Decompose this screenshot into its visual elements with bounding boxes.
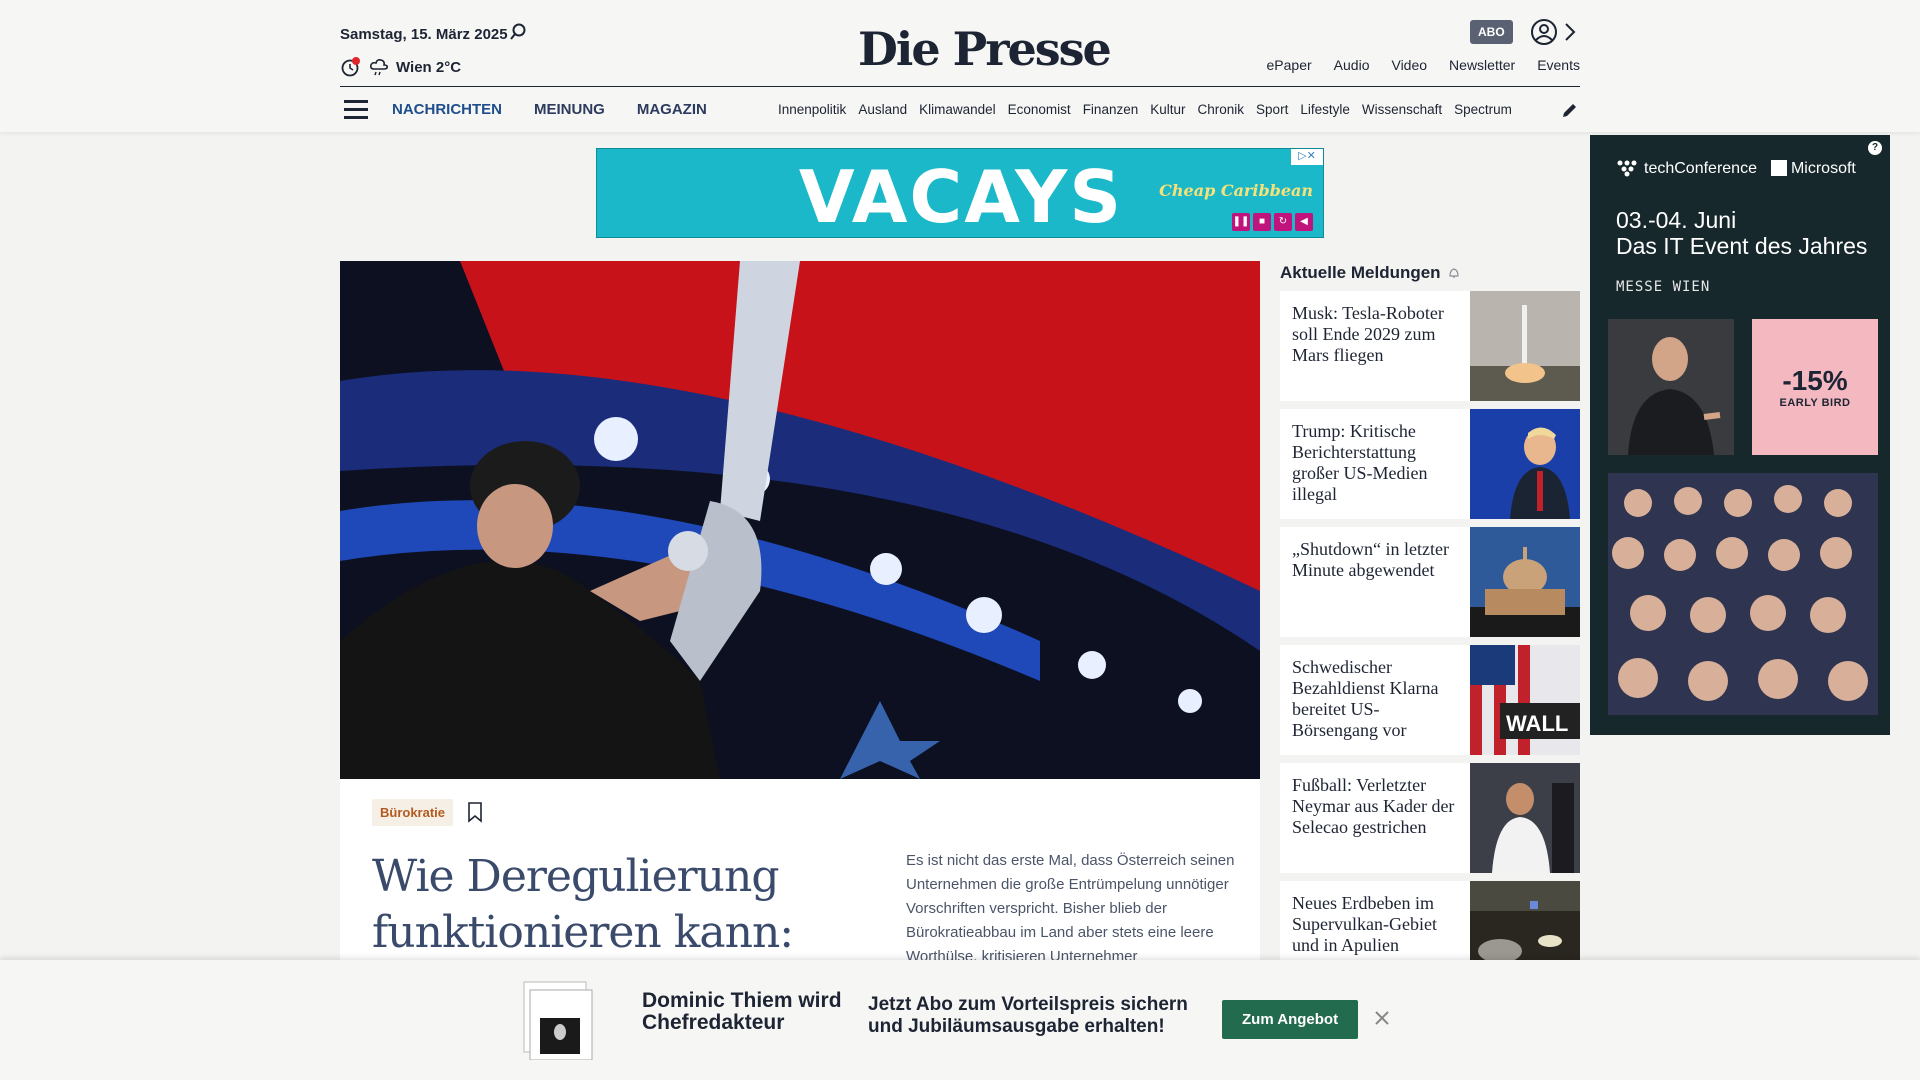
link-video[interactable]: Video — [1391, 57, 1427, 73]
link-events[interactable]: Events — [1537, 57, 1580, 73]
news-item[interactable]: Trump: Kritische Berichterstattung große… — [1280, 409, 1580, 519]
article-headline[interactable]: Wie Deregulierung funktionieren kann: — [372, 849, 842, 961]
ad-info-icon[interactable]: ? — [1868, 141, 1882, 155]
news-thumb-wallstreet: WALL — [1470, 645, 1580, 755]
user-account-icon[interactable] — [1530, 18, 1558, 46]
chevron-right-icon[interactable] — [1562, 20, 1578, 44]
article-tag[interactable]: Bürokratie — [372, 799, 454, 826]
news-item[interactable]: Musk: Tesla-Roboter soll Ende 2029 zum M… — [1280, 291, 1580, 401]
news-title: Trump: Kritische Berichterstattung große… — [1292, 421, 1428, 504]
ad-choices-icon[interactable]: ▷✕ — [1291, 149, 1323, 165]
pause-icon[interactable]: ❚❚ — [1232, 213, 1250, 231]
subnav-lifestyle[interactable]: Lifestyle — [1300, 102, 1350, 117]
news-item[interactable]: Fußball: Verletzter Neymar aus Kader der… — [1280, 763, 1580, 873]
audience-photo — [1608, 473, 1878, 715]
mute-icon[interactable]: ◀ — [1295, 213, 1313, 231]
techconference-icon — [1617, 160, 1637, 177]
early-bird-badge: -15% EARLY BIRD — [1752, 319, 1878, 455]
brand2-label: Microsoft — [1790, 159, 1856, 177]
subnav-kultur[interactable]: Kultur — [1150, 102, 1185, 117]
subnav-sport[interactable]: Sport — [1256, 102, 1288, 117]
subnav-wissenschaft[interactable]: Wissenschaft — [1362, 102, 1442, 117]
banner-text: Jetzt Abo zum Vorteilspreis sichern und … — [868, 994, 1188, 1037]
ad-logos: techConference Microsoft — [1616, 159, 1856, 178]
techconference-logo: techConference — [1616, 159, 1757, 178]
banner-title: Dominic Thiem wird Chefredakteur — [642, 989, 842, 1034]
subnav-ausland[interactable]: Ausland — [858, 102, 907, 117]
subnav-klimawandel[interactable]: Klimawandel — [919, 102, 996, 117]
news-thumb-trump — [1470, 409, 1580, 519]
abo-button[interactable]: ABO — [1470, 20, 1513, 44]
news-title: „Shutdown“ in letzter Minute abgewendet — [1292, 539, 1449, 580]
link-newsletter[interactable]: Newsletter — [1449, 57, 1515, 73]
subnav-innenpolitik[interactable]: Innenpolitik — [778, 102, 846, 117]
header-divider — [340, 86, 1580, 87]
news-item[interactable]: „Shutdown“ in letzter Minute abgewendet — [1280, 527, 1580, 637]
main-nav: NACHRICHTEN MEINUNG MAGAZIN — [392, 101, 707, 118]
pencil-icon[interactable] — [1560, 100, 1580, 120]
ad-banner[interactable]: VACAYS Cheap Caribbean ▷✕ ❚❚ ■ ↻ ◀ — [596, 148, 1324, 238]
news-title: Schwedischer Bezahldienst Klarna bereite… — [1292, 657, 1439, 740]
cloud-rain-icon — [370, 59, 388, 76]
stop-icon[interactable]: ■ — [1253, 213, 1271, 231]
link-audio[interactable]: Audio — [1334, 57, 1370, 73]
news-thumb-neymar — [1470, 763, 1580, 873]
subnav-chronik[interactable]: Chronik — [1198, 102, 1245, 117]
subscription-banner: Dominic Thiem wird Chefredakteur Jetzt A… — [0, 960, 1920, 1080]
site-header: Samstag, 15. März 2025 Wien 2°C Die Pres… — [0, 0, 1920, 132]
top-links: ePaper Audio Video Newsletter Events — [1267, 57, 1580, 73]
news-list: Musk: Tesla-Roboter soll Ende 2029 zum M… — [1280, 291, 1580, 999]
side-ad[interactable]: ? techConference Microsoft 03.-04. Juni … — [1590, 135, 1890, 735]
weather-widget[interactable]: Wien 2°C — [340, 56, 461, 78]
subnav-spectrum[interactable]: Spectrum — [1454, 102, 1512, 117]
news-item[interactable]: Schwedischer Bezahldienst Klarna bereite… — [1280, 645, 1580, 755]
event-dates-block: 03.-04. Juni Das IT Event des Jahres — [1616, 207, 1867, 259]
event-tagline: Das IT Event des Jahres — [1616, 233, 1868, 259]
ad-brand: Cheap Caribbean — [1159, 181, 1313, 200]
discount-label: EARLY BIRD — [1779, 397, 1851, 409]
history-icon[interactable] — [340, 56, 362, 78]
nav-magazin[interactable]: MAGAZIN — [637, 101, 707, 118]
event-dates: 03.-04. Juni — [1616, 207, 1737, 233]
subnav-finanzen[interactable]: Finanzen — [1083, 102, 1139, 117]
search-icon[interactable] — [508, 22, 528, 42]
nav-meinung[interactable]: MEINUNG — [534, 101, 605, 118]
newspaper-stack-icon — [523, 981, 593, 1060]
bell-icon[interactable] — [1447, 266, 1461, 280]
news-thumb-capitol — [1470, 527, 1580, 637]
news-heading: Aktuelle Meldungen — [1280, 263, 1461, 283]
sub-nav: Innenpolitik Ausland Klimawandel Economi… — [778, 102, 1540, 117]
microsoft-icon — [1770, 159, 1787, 176]
discount-value: -15% — [1782, 365, 1848, 396]
weather-label: Wien 2°C — [396, 58, 462, 76]
link-epaper[interactable]: ePaper — [1267, 57, 1312, 73]
close-icon[interactable] — [1374, 1010, 1390, 1026]
microsoft-logo: Microsoft — [1770, 159, 1856, 178]
offer-button[interactable]: Zum Angebot — [1222, 1000, 1359, 1039]
site-logo[interactable]: Die Presse — [858, 22, 1112, 76]
news-thumb-rocket — [1470, 291, 1580, 401]
news-heading-label: Aktuelle Meldungen — [1280, 263, 1441, 282]
current-date: Samstag, 15. März 2025 — [340, 26, 508, 43]
news-title: Neues Erdbeben im Supervulkan-Gebiet und… — [1292, 893, 1437, 955]
replay-icon[interactable]: ↻ — [1274, 213, 1292, 231]
ad-controls: ❚❚ ■ ↻ ◀ — [1232, 213, 1313, 231]
event-venue: MESSE WIEN — [1616, 279, 1711, 295]
news-title: Fußball: Verletzter Neymar aus Kader der… — [1292, 775, 1455, 837]
speaker-photo — [1608, 319, 1734, 455]
subnav-economist[interactable]: Economist — [1008, 102, 1071, 117]
nav-nachrichten[interactable]: NACHRICHTEN — [392, 101, 502, 118]
bookmark-icon[interactable] — [466, 801, 484, 823]
menu-icon[interactable] — [344, 100, 368, 120]
svg-text:WALL: WALL — [1506, 711, 1568, 736]
brand1-label: techConference — [1644, 160, 1757, 177]
hero-image[interactable] — [340, 261, 1260, 779]
article-teaser: Es ist nicht das erste Mal, dass Österre… — [906, 852, 1235, 965]
news-title: Musk: Tesla-Roboter soll Ende 2029 zum M… — [1292, 303, 1444, 365]
